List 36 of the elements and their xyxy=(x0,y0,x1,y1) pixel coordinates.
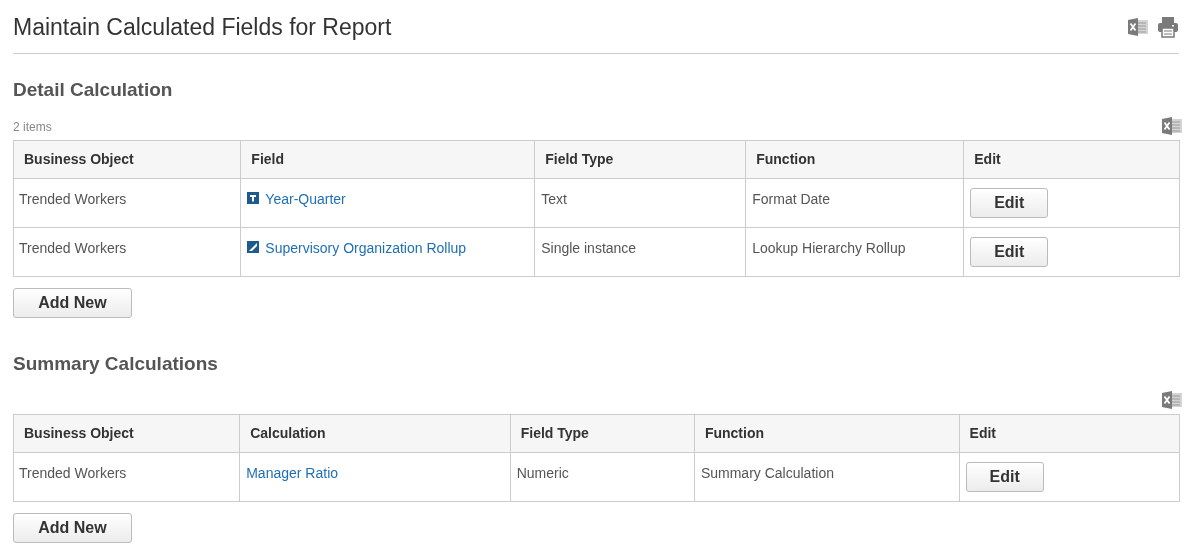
table-cell: Lookup Hierarchy Rollup xyxy=(745,227,964,276)
text-field-icon xyxy=(247,191,260,204)
table-cell: Single instance xyxy=(534,227,746,276)
column-header: Business Object xyxy=(13,414,240,452)
section-heading: Detail Calculation xyxy=(13,77,174,102)
field-link[interactable]: Year-Quarter xyxy=(265,188,346,210)
column-header: Field Type xyxy=(534,140,746,178)
column-header: Edit xyxy=(959,414,1180,452)
column-header: Calculation xyxy=(239,414,511,452)
column-header: Function xyxy=(745,140,964,178)
add-new-button[interactable]: Add New xyxy=(13,287,132,318)
spreadsheet-icon[interactable] xyxy=(1127,17,1149,38)
column-header: Edit xyxy=(963,140,1180,178)
column-header: Business Object xyxy=(13,140,241,178)
table-cell: Format Date xyxy=(745,178,964,227)
spreadsheet-icon[interactable] xyxy=(1161,389,1183,410)
column-header: Function xyxy=(694,414,960,452)
column-header: Field Type xyxy=(510,414,695,452)
edit-button[interactable]: Edit xyxy=(970,236,1049,267)
instance-field-icon xyxy=(247,240,260,253)
table-cell: Trended Workers xyxy=(13,178,241,227)
table-cell: Numeric xyxy=(510,452,695,501)
spreadsheet-icon[interactable] xyxy=(1161,115,1183,136)
section-heading: Summary Calculations xyxy=(13,351,219,376)
column-header: Field xyxy=(240,140,535,178)
field-link[interactable]: Manager Ratio xyxy=(246,462,339,484)
table-cell: Trended Workers xyxy=(13,227,241,276)
table-cell: Trended Workers xyxy=(13,452,240,501)
print-icon[interactable] xyxy=(1157,16,1179,39)
page-title: Maintain Calculated Fields for Report xyxy=(13,13,392,42)
edit-button[interactable]: Edit xyxy=(965,461,1044,492)
item-count: 2 items xyxy=(13,118,52,136)
add-new-button[interactable]: Add New xyxy=(13,512,132,543)
table-cell: Text xyxy=(534,178,746,227)
table-cell: Summary Calculation xyxy=(694,452,960,501)
edit-button[interactable]: Edit xyxy=(970,187,1049,218)
